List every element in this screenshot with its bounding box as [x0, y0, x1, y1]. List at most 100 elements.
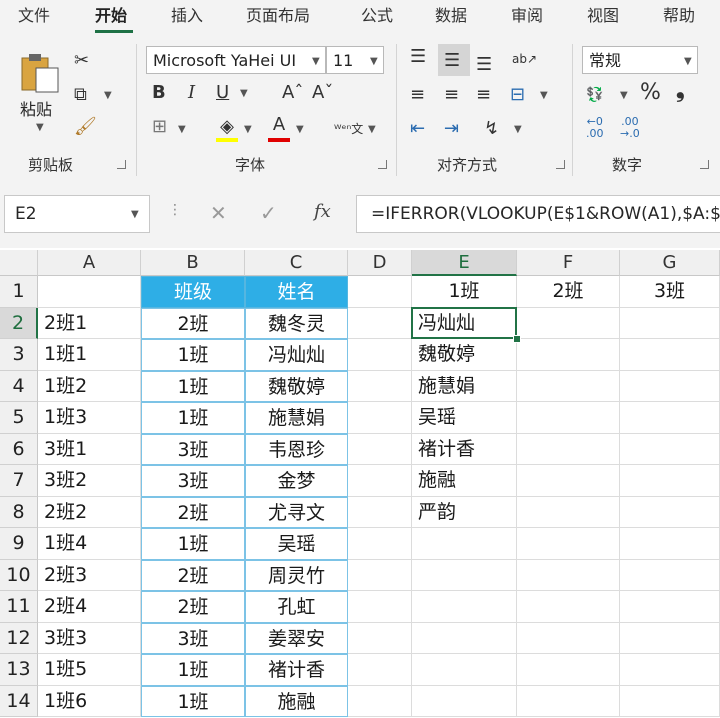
- cell-c14[interactable]: 施融: [245, 685, 348, 717]
- tab-insert[interactable]: 插入: [171, 6, 203, 30]
- align-center-icon[interactable]: ≡: [444, 84, 459, 106]
- cell-d6[interactable]: [348, 433, 412, 465]
- cell-c13[interactable]: 褚计香: [245, 654, 348, 686]
- cell-b9[interactable]: 1班: [141, 528, 245, 560]
- cell-f6[interactable]: [517, 433, 620, 465]
- cell-c6[interactable]: 韦恩珍: [245, 433, 348, 465]
- cell-f9[interactable]: [517, 528, 620, 560]
- cell-d8[interactable]: [348, 496, 412, 528]
- cell-d2[interactable]: [348, 307, 412, 339]
- cell-a11[interactable]: 2班4: [38, 591, 141, 623]
- cut-icon[interactable]: ✂: [74, 50, 89, 72]
- row-header-11[interactable]: 11: [0, 591, 38, 623]
- number-launcher-icon[interactable]: [700, 160, 709, 169]
- row-header-12[interactable]: 12: [0, 622, 38, 654]
- cell-a7[interactable]: 3班2: [38, 465, 141, 497]
- font-launcher-icon[interactable]: [378, 160, 387, 169]
- number-format-dropdown-icon[interactable]: ▼: [684, 56, 692, 67]
- merge-dropdown-icon[interactable]: ▼: [540, 90, 548, 101]
- cell-d13[interactable]: [348, 654, 412, 686]
- cell-e1[interactable]: 1班: [412, 276, 517, 308]
- tab-view[interactable]: 视图: [587, 6, 619, 30]
- tab-formulas[interactable]: 公式: [361, 6, 393, 30]
- merge-center-icon[interactable]: ⊟: [510, 84, 525, 106]
- format-painter-icon[interactable]: 🖌: [74, 116, 97, 138]
- align-top-icon[interactable]: ☰: [410, 46, 426, 68]
- fill-color-button[interactable]: ◈: [216, 116, 238, 142]
- cell-e11[interactable]: [412, 591, 517, 623]
- text-direction-dropdown-icon[interactable]: ▼: [514, 124, 522, 135]
- cell-e9[interactable]: [412, 528, 517, 560]
- cell-f14[interactable]: [517, 685, 620, 717]
- increase-indent-icon[interactable]: ⇥: [444, 118, 459, 140]
- tab-data[interactable]: 数据: [435, 6, 467, 30]
- cell-g11[interactable]: [620, 591, 720, 623]
- cell-a3[interactable]: 1班1: [38, 339, 141, 371]
- cell-d4[interactable]: [348, 370, 412, 402]
- cell-c9[interactable]: 吴瑶: [245, 528, 348, 560]
- font-size-dropdown-icon[interactable]: ▼: [370, 56, 378, 67]
- borders-dropdown-icon[interactable]: ▼: [178, 124, 186, 135]
- cell-g6[interactable]: [620, 433, 720, 465]
- cell-g1[interactable]: 3班: [620, 276, 720, 308]
- cell-g10[interactable]: [620, 559, 720, 591]
- cell-g14[interactable]: [620, 685, 720, 717]
- cell-f1[interactable]: 2班: [517, 276, 620, 308]
- insert-function-icon[interactable]: fx: [314, 201, 331, 222]
- copy-dropdown-icon[interactable]: ▼: [104, 90, 112, 101]
- row-header-5[interactable]: 5: [0, 402, 38, 434]
- cell-d5[interactable]: [348, 402, 412, 434]
- cell-a1[interactable]: [38, 276, 141, 308]
- cell-d3[interactable]: [348, 339, 412, 371]
- row-header-2[interactable]: 2: [0, 307, 38, 339]
- decrease-decimal-icon[interactable]: .00 →.0: [620, 116, 640, 140]
- row-header-9[interactable]: 9: [0, 528, 38, 560]
- underline-dropdown-icon[interactable]: ▼: [240, 88, 248, 99]
- increase-decimal-icon[interactable]: ←0.00: [586, 116, 604, 140]
- cell-f8[interactable]: [517, 496, 620, 528]
- tab-review[interactable]: 审阅: [511, 6, 543, 30]
- cell-b8[interactable]: 2班: [141, 496, 245, 528]
- cell-a6[interactable]: 3班1: [38, 433, 141, 465]
- row-header-7[interactable]: 7: [0, 465, 38, 497]
- font-name-dropdown-icon[interactable]: ▼: [312, 56, 320, 67]
- tab-home[interactable]: 开始: [95, 6, 127, 30]
- cell-e10[interactable]: [412, 559, 517, 591]
- align-middle-icon[interactable]: ☰: [444, 50, 460, 72]
- cell-e3[interactable]: 魏敬婷: [412, 339, 517, 371]
- column-header-a[interactable]: A: [38, 250, 141, 276]
- accounting-dropdown-icon[interactable]: ▼: [620, 90, 628, 101]
- cell-c8[interactable]: 尤寻文: [245, 496, 348, 528]
- column-header-e[interactable]: E: [412, 250, 517, 276]
- row-header-14[interactable]: 14: [0, 685, 38, 717]
- borders-icon[interactable]: ⊞: [152, 116, 167, 138]
- cell-b3[interactable]: 1班: [141, 339, 245, 371]
- increase-font-icon[interactable]: Aˆ: [282, 82, 303, 104]
- cell-c7[interactable]: 金梦: [245, 465, 348, 497]
- orientation-icon[interactable]: ab↗: [512, 48, 537, 70]
- cell-g9[interactable]: [620, 528, 720, 560]
- align-left-icon[interactable]: ≡: [410, 84, 425, 106]
- cell-a10[interactable]: 2班3: [38, 559, 141, 591]
- font-name-combo[interactable]: Microsoft YaHei UI: [146, 46, 326, 74]
- bold-button[interactable]: B: [152, 82, 166, 104]
- fill-handle[interactable]: [513, 335, 521, 343]
- tab-page-layout[interactable]: 页面布局: [246, 6, 310, 30]
- cell-d12[interactable]: [348, 622, 412, 654]
- text-direction-icon[interactable]: ↯: [484, 118, 499, 140]
- cell-b4[interactable]: 1班: [141, 370, 245, 402]
- underline-button[interactable]: U: [216, 82, 229, 104]
- align-bottom-icon[interactable]: ☰: [476, 54, 492, 76]
- cell-f12[interactable]: [517, 622, 620, 654]
- enter-icon[interactable]: ✓: [260, 201, 277, 225]
- cell-c12[interactable]: 姜翠安: [245, 622, 348, 654]
- column-header-b[interactable]: B: [141, 250, 245, 276]
- cell-g8[interactable]: [620, 496, 720, 528]
- cell-g2[interactable]: [620, 307, 720, 339]
- cell-f7[interactable]: [517, 465, 620, 497]
- cell-a8[interactable]: 2班2: [38, 496, 141, 528]
- cell-e8[interactable]: 严韵: [412, 496, 517, 528]
- tab-help[interactable]: 帮助: [663, 6, 695, 30]
- paste-button[interactable]: [18, 50, 62, 94]
- cell-f5[interactable]: [517, 402, 620, 434]
